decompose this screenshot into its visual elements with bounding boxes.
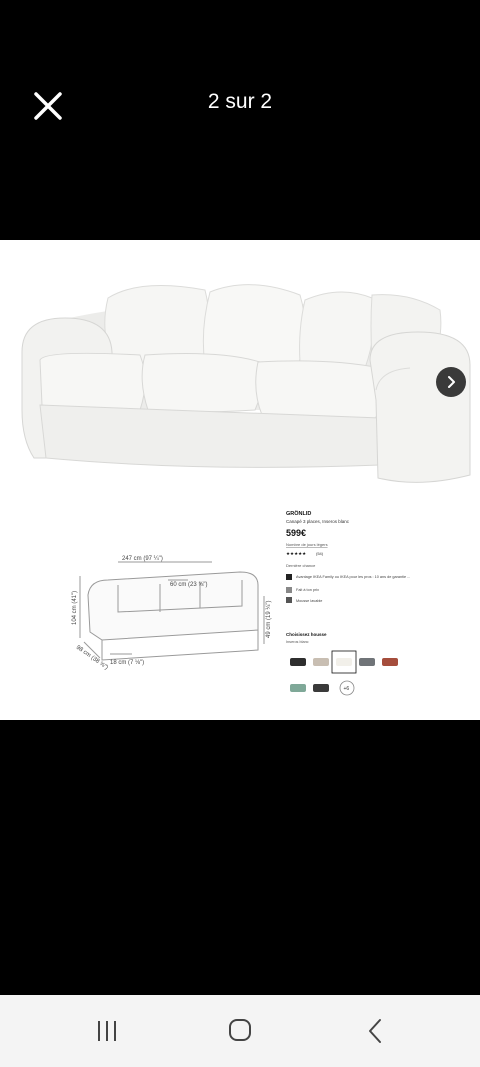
swatch-1[interactable] [290,658,306,666]
swatch-4[interactable] [359,658,375,666]
product-info: GRÖNLID Canapé 3 places, Inseros blanc 5… [286,510,410,644]
dimension-diagram [79,561,265,661]
dim-seat-height: 49 cm (19 ¼") [266,601,272,638]
product-description: Canapé 3 places, Inseros blanc [286,519,350,524]
photo: 247 cm (97 ¼") 60 cm (23 ⅝") 104 cm (41"… [0,240,480,720]
benefit-3: Mousse lavable [296,599,322,603]
viewer-footer [0,720,480,995]
product-name: GRÖNLID [286,510,311,517]
cover-selected: Inseros blanc [286,640,309,644]
family-icon [286,574,292,580]
section-label: Dernière chance [286,563,316,568]
swatch-2[interactable] [313,658,329,666]
swatch-7[interactable] [313,684,329,692]
rating-count: (54) [316,551,324,556]
swatch-3[interactable] [336,658,352,666]
dim-height: 104 cm (41") [72,591,78,625]
product-price: 599€ [286,528,306,538]
sofa-photo: 247 cm (97 ¼") 60 cm (23 ⅝") 104 cm (41"… [21,284,471,696]
benefit-2: Fait à ton prix [296,588,319,592]
price-tag-icon [286,587,292,593]
image-counter: 2 sur 2 [207,90,273,113]
cover-heading: Choisissez housse [286,632,327,637]
dim-depth: 98 cm (38 ⅝") [75,645,109,671]
wash-icon [286,597,292,603]
rating-stars: ★★★★★ [286,551,307,556]
swatch-6[interactable] [290,684,306,692]
more-swatches-label: +6 [344,686,350,692]
chevron-right-icon [448,376,455,388]
next-image-button[interactable] [436,367,466,397]
home-icon[interactable] [220,1013,260,1049]
benefit-1: Avantage IKEA Family ou IKEA pour les pr… [296,575,410,579]
viewer-header: 2 sur 2 [0,0,480,240]
back-icon[interactable] [356,1013,396,1049]
product-link[interactable]: Nombre de jours légers [286,542,328,547]
dim-seat-depth: 60 cm (23 ⅝") [170,582,207,588]
sofa-image [21,284,471,483]
dim-width: 247 cm (97 ¼") [122,556,163,562]
system-navbar [0,995,480,1067]
more-swatches[interactable]: +6 [339,680,355,696]
swatch-5[interactable] [382,658,398,666]
recent-apps-icon[interactable] [87,1013,127,1049]
dim-leg: 18 cm (7 ⅛") [110,660,144,666]
